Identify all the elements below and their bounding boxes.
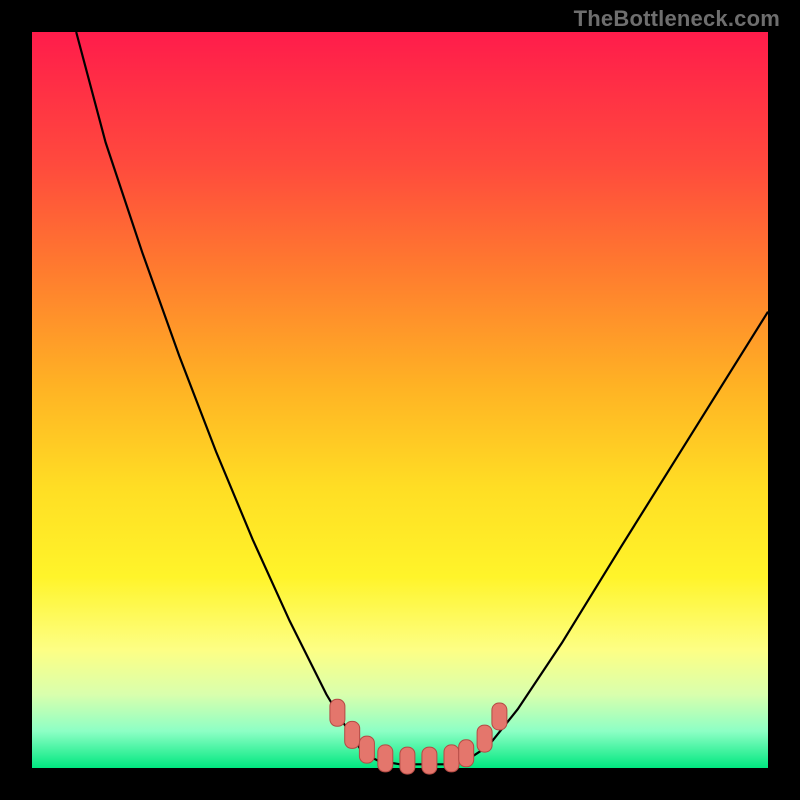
chart-marker xyxy=(378,745,393,772)
chart-marker xyxy=(492,703,507,730)
chart-plot-area xyxy=(32,32,768,768)
chart-marker xyxy=(422,747,437,774)
chart-frame: TheBottleneck.com xyxy=(0,0,800,800)
chart-markers xyxy=(330,699,507,774)
chart-marker xyxy=(444,745,459,772)
chart-svg xyxy=(32,32,768,768)
chart-marker xyxy=(359,736,374,763)
chart-marker xyxy=(459,740,474,767)
chart-marker xyxy=(477,725,492,752)
bottleneck-curve xyxy=(76,32,768,764)
chart-marker xyxy=(345,721,360,748)
watermark-text: TheBottleneck.com xyxy=(574,6,780,32)
chart-curves xyxy=(76,32,768,764)
chart-marker xyxy=(400,747,415,774)
chart-marker xyxy=(330,699,345,726)
